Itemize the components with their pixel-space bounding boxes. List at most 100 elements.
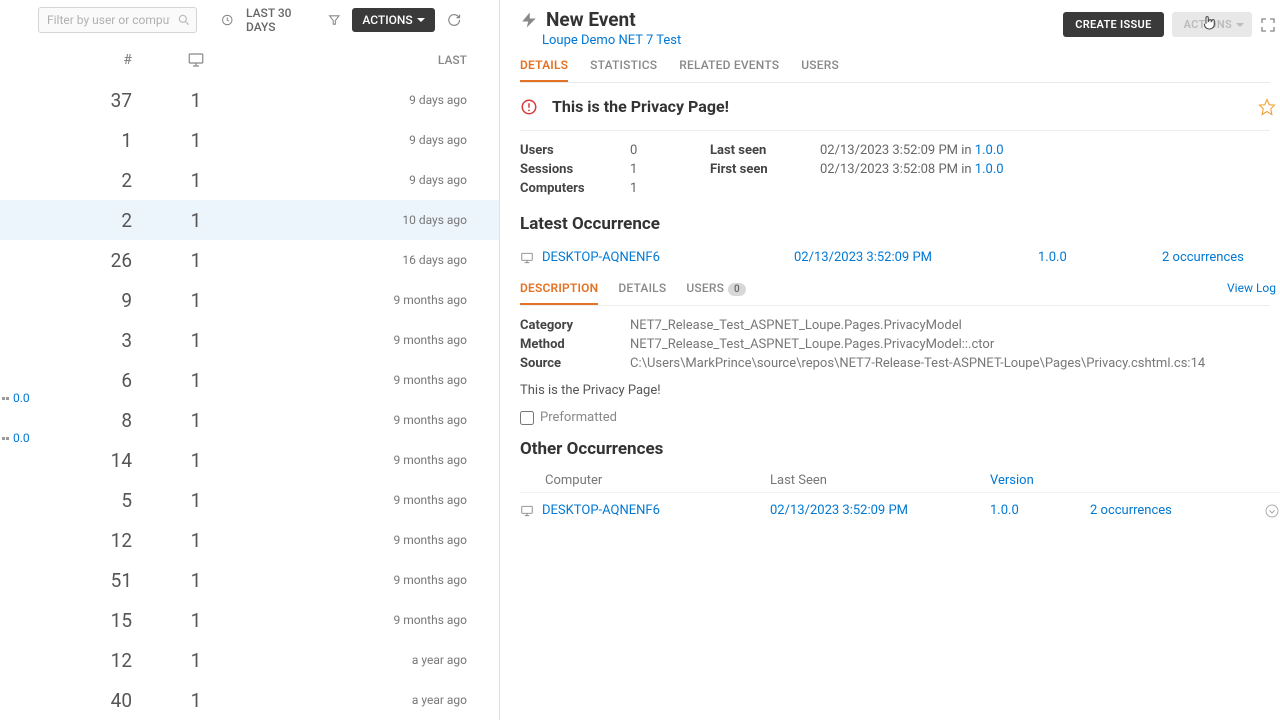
badge-ver[interactable]: 0.0	[13, 431, 30, 445]
list-row[interactable]: 2110 days ago	[0, 200, 499, 240]
row-count: 1	[0, 129, 168, 152]
method-lbl: Method	[520, 337, 630, 352]
list-body[interactable]: 3719 days ago119 days ago219 days ago211…	[0, 80, 499, 720]
list-row[interactable]: 1519 months ago	[0, 600, 499, 640]
firstseen-val: 02/13/2023 3:52:08 PM in 1.0.0	[820, 162, 1280, 177]
filter-input[interactable]	[38, 7, 197, 33]
filter-box	[38, 7, 197, 33]
row-time: 10 days ago	[224, 213, 489, 227]
sub-tab-users[interactable]: USERS0	[686, 281, 746, 305]
category-lbl: Category	[520, 318, 630, 333]
latest-computer-link[interactable]: DESKTOP-AQNENF6	[542, 250, 660, 265]
list-row[interactable]: 5119 months ago	[0, 560, 499, 600]
row-count: 9	[0, 289, 168, 312]
other-last-link[interactable]: 02/13/2023 3:52:09 PM	[770, 503, 908, 518]
actions-button[interactable]: ACTIONS	[352, 8, 434, 32]
detail-grid: Category NET7_Release_Test_ASPNET_Loupe.…	[520, 306, 1280, 379]
event-detail-panel: New Event CREATE ISSUE ACTIONS Loupe Dem…	[500, 0, 1280, 720]
sub-tab-description[interactable]: DESCRIPTION	[520, 281, 598, 305]
firstseen-ver[interactable]: 1.0.0	[975, 162, 1004, 177]
list-row[interactable]: 1219 months ago	[0, 520, 499, 560]
list-row[interactable]: 119 days ago	[0, 120, 499, 160]
tab-details[interactable]: DETAILS	[520, 58, 568, 82]
row-computers: 1	[168, 649, 224, 672]
row-count: 3	[0, 329, 168, 352]
th-version[interactable]: Version	[990, 473, 1034, 488]
create-issue-button[interactable]: CREATE ISSUE	[1063, 12, 1163, 37]
sub-tab-details[interactable]: DETAILS	[618, 281, 666, 305]
expand-icon[interactable]	[1260, 17, 1276, 33]
list-row[interactable]: 219 days ago	[0, 160, 499, 200]
monitor-icon	[187, 51, 205, 69]
row-computers: 1	[168, 169, 224, 192]
other-computer-link[interactable]: DESKTOP-AQNENF6	[542, 503, 660, 518]
row-count: 5	[0, 489, 168, 512]
lastseen-ver[interactable]: 1.0.0	[975, 143, 1004, 158]
list-row[interactable]: 3719 days ago	[0, 80, 499, 120]
clock-icon	[221, 13, 234, 27]
row-count: 15	[0, 609, 168, 632]
other-ver-link[interactable]: 1.0.0	[990, 503, 1019, 518]
list-row[interactable]: 26116 days ago	[0, 240, 499, 280]
list-row[interactable]: 519 months ago	[0, 480, 499, 520]
chevron-down-icon[interactable]	[1264, 503, 1280, 519]
row-computers: 1	[168, 89, 224, 112]
source-lbl: Source	[520, 356, 630, 371]
sessions-lbl: Sessions	[520, 162, 630, 177]
bolt-icon	[520, 11, 538, 29]
row-count: 37	[0, 89, 168, 112]
alert-text: This is the Privacy Page!	[552, 97, 729, 116]
row-time: 9 months ago	[224, 373, 489, 387]
preformatted-checkbox[interactable]	[520, 411, 534, 425]
tab-statistics[interactable]: STATISTICS	[590, 58, 657, 82]
tab-related[interactable]: RELATED EVENTS	[679, 58, 779, 82]
meta-grid: Users 0 Last seen 02/13/2023 3:52:09 PM …	[520, 131, 1280, 200]
view-log-link[interactable]: View Log	[1227, 281, 1276, 295]
row-time: 9 months ago	[224, 613, 489, 627]
users-badge: 0	[728, 283, 746, 296]
other-count-link[interactable]: 2 occurrences	[1090, 503, 1172, 518]
breadcrumb-link[interactable]: Loupe Demo NET 7 Test	[542, 33, 681, 48]
category-val: NET7_Release_Test_ASPNET_Loupe.Pages.Pri…	[630, 318, 1280, 333]
description-text: This is the Privacy Page!	[520, 379, 1280, 410]
row-count: 2	[0, 209, 168, 232]
method-val: NET7_Release_Test_ASPNET_Loupe.Pages.Pri…	[630, 337, 1280, 352]
list-row[interactable]: 819 months ago	[0, 400, 499, 440]
time-range[interactable]: LAST 30 DAYS	[246, 6, 316, 34]
header-actions: CREATE ISSUE ACTIONS	[1063, 12, 1276, 37]
latest-occ-row: DESKTOP-AQNENF6 02/13/2023 3:52:09 PM 1.…	[520, 244, 1280, 271]
row-computers: 1	[168, 569, 224, 592]
event-title: New Event	[546, 8, 636, 31]
error-icon	[520, 98, 538, 116]
row-time: 9 months ago	[224, 453, 489, 467]
row-count: 51	[0, 569, 168, 592]
latest-count-link[interactable]: 2 occurrences	[1162, 250, 1244, 265]
tabs: DETAILS STATISTICS RELATED EVENTS USERS	[520, 58, 1270, 83]
latest-time-link[interactable]: 02/13/2023 3:52:09 PM	[794, 250, 932, 265]
badge-ver[interactable]: 0.0	[13, 391, 30, 405]
users-val: 0	[630, 143, 710, 158]
row-count: 40	[0, 689, 168, 712]
refresh-icon[interactable]	[447, 12, 461, 28]
list-row[interactable]: 1419 months ago	[0, 440, 499, 480]
other-occ-row: DESKTOP-AQNENF6 02/13/2023 3:52:09 PM 1.…	[520, 492, 1280, 528]
list-row[interactable]: 919 months ago	[0, 280, 499, 320]
row-computers: 1	[168, 209, 224, 232]
list-row[interactable]: 401a year ago	[0, 680, 499, 720]
col-computers	[168, 51, 224, 69]
row-computers: 1	[168, 529, 224, 552]
list-row[interactable]: 619 months ago	[0, 360, 499, 400]
tab-users[interactable]: USERS	[801, 58, 839, 82]
list-row[interactable]: 319 months ago	[0, 320, 499, 360]
row-computers: 1	[168, 329, 224, 352]
other-occ-header: Computer Last Seen Version	[520, 469, 1280, 492]
star-icon[interactable]	[1258, 98, 1276, 116]
filter-icon[interactable]	[328, 13, 341, 27]
alert-row: This is the Privacy Page!	[520, 83, 1270, 131]
latest-ver-link[interactable]: 1.0.0	[1038, 250, 1067, 265]
row-time: 9 months ago	[224, 413, 489, 427]
list-row[interactable]: 121a year ago	[0, 640, 499, 680]
row-count: 26	[0, 249, 168, 272]
col-last: LAST	[224, 53, 489, 67]
source-val: C:\Users\MarkPrince\source\repos\NET7-Re…	[630, 356, 1280, 371]
